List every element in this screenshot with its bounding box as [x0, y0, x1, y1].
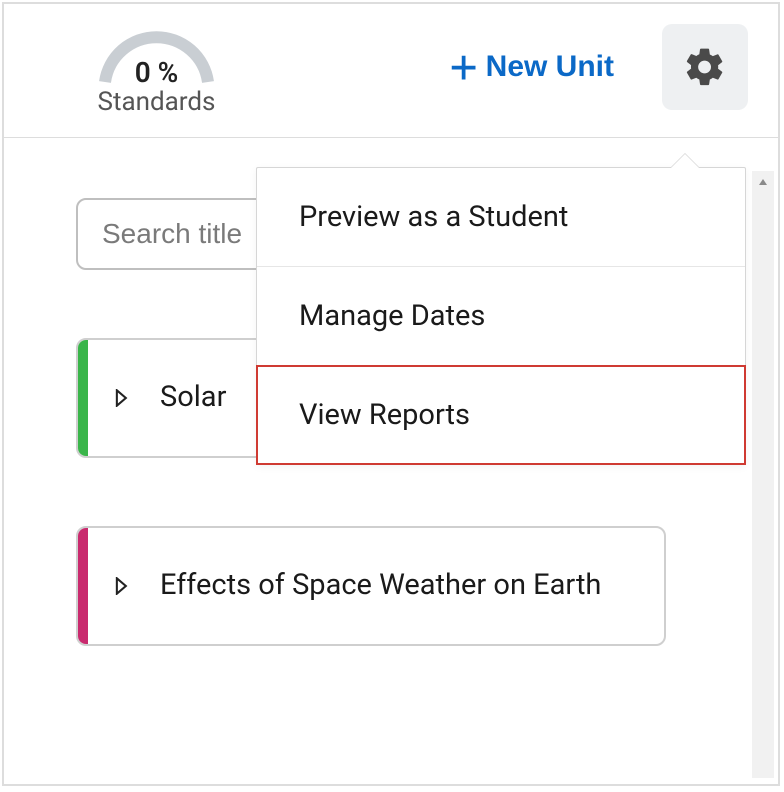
- settings-dropdown: Preview as a Student Manage Dates View R…: [256, 167, 746, 465]
- new-unit-button[interactable]: New Unit: [448, 50, 614, 84]
- settings-button[interactable]: [662, 24, 748, 110]
- scrollbar[interactable]: [752, 171, 774, 778]
- unit-title: Effects of Space Weather on Earth: [160, 542, 631, 629]
- unit-stripe: [78, 340, 88, 456]
- menu-item-manage-dates[interactable]: Manage Dates: [257, 267, 745, 366]
- gauge-label: Standards: [98, 87, 216, 117]
- gear-icon: [683, 45, 727, 89]
- expand-toggle[interactable]: [112, 386, 132, 410]
- unit-title: Solar: [160, 354, 256, 441]
- plus-icon: [448, 52, 478, 82]
- topbar: 0 % Standards New Unit: [4, 4, 778, 138]
- scroll-up-button[interactable]: [752, 171, 774, 193]
- expand-toggle[interactable]: [112, 574, 132, 598]
- gauge-percent: 0 %: [135, 56, 179, 89]
- menu-item-preview-student[interactable]: Preview as a Student: [257, 168, 745, 267]
- unit-card[interactable]: Effects of Space Weather on Earth: [76, 526, 666, 646]
- chevron-right-icon: [115, 577, 129, 595]
- standards-gauge: 0 % Standards: [89, 16, 224, 117]
- unit-stripe: [78, 528, 88, 644]
- chevron-right-icon: [115, 389, 129, 407]
- chevron-up-icon: [758, 178, 768, 186]
- menu-item-view-reports[interactable]: View Reports: [257, 366, 745, 464]
- new-unit-label: New Unit: [486, 50, 614, 84]
